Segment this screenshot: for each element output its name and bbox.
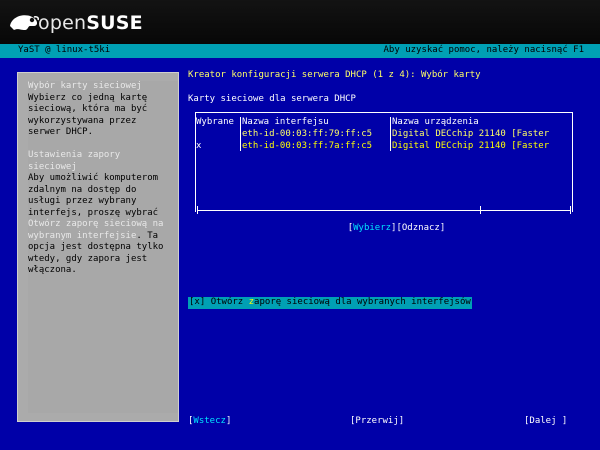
row-2-selected[interactable]: x (196, 141, 201, 153)
next-button[interactable]: [Dalej ] (524, 416, 567, 428)
select-button[interactable]: [Wybierz] (348, 223, 397, 233)
selection-buttons: [Wybierz][Odznacz] (326, 211, 446, 246)
open-firewall-checkbox[interactable]: [x] Otwórz zaporę sieciową dla wybranych… (188, 297, 472, 309)
logo-text: openSUSE (38, 12, 143, 34)
network-cards-table[interactable]: Wybrane Nazwa interfejsu Nazwa urządzeni… (195, 112, 573, 212)
abort-button[interactable]: [Przerwij] (350, 416, 404, 428)
help-section1-title: Wybór karty sieciowej (28, 81, 142, 91)
back-button[interactable]: [Wstecz] (188, 416, 231, 428)
column-header-device[interactable]: Nazwa urządzenia (392, 117, 479, 129)
column-header-interface[interactable]: Nazwa interfejsu (242, 117, 329, 129)
help-text: Wybór karty sieciowej Wybierz co jedną k… (28, 81, 178, 413)
row-2-interface[interactable]: eth-id-00:03:ff:7a:ff:c5 (242, 141, 372, 153)
network-cards-label: Karty sieciowe dla serwera DHCP (188, 94, 356, 104)
window-title: YaST @ linux-t5ki (18, 45, 111, 55)
row-2-device[interactable]: Digital DECchip 21140 [Faster (392, 141, 549, 153)
row-1-device[interactable]: Digital DECchip 21140 [Faster (392, 129, 549, 141)
help-section2-title: Ustawienia zapory (28, 150, 121, 160)
yast-ncurses-screen: Wybór karty sieciowej Wybierz co jedną k… (0, 58, 600, 450)
yast-title-bar: YaST @ linux-t5ki Aby uzyskać pomoc, nal… (0, 44, 600, 58)
help-panel[interactable]: Wybór karty sieciowej Wybierz co jedną k… (17, 72, 179, 422)
opensuse-banner: openSUSE (0, 0, 600, 44)
deselect-button[interactable]: [Odznacz] (396, 223, 445, 233)
row-1-interface[interactable]: eth-id-00:03:ff:79:ff:c5 (242, 129, 372, 141)
page-title: Kreator konfiguracji serwera DHCP (1 z 4… (188, 70, 481, 80)
column-header-selected[interactable]: Wybrane (196, 117, 234, 129)
help-hint: Aby uzyskać pomoc, należy nacisnąć F1 (383, 45, 584, 55)
